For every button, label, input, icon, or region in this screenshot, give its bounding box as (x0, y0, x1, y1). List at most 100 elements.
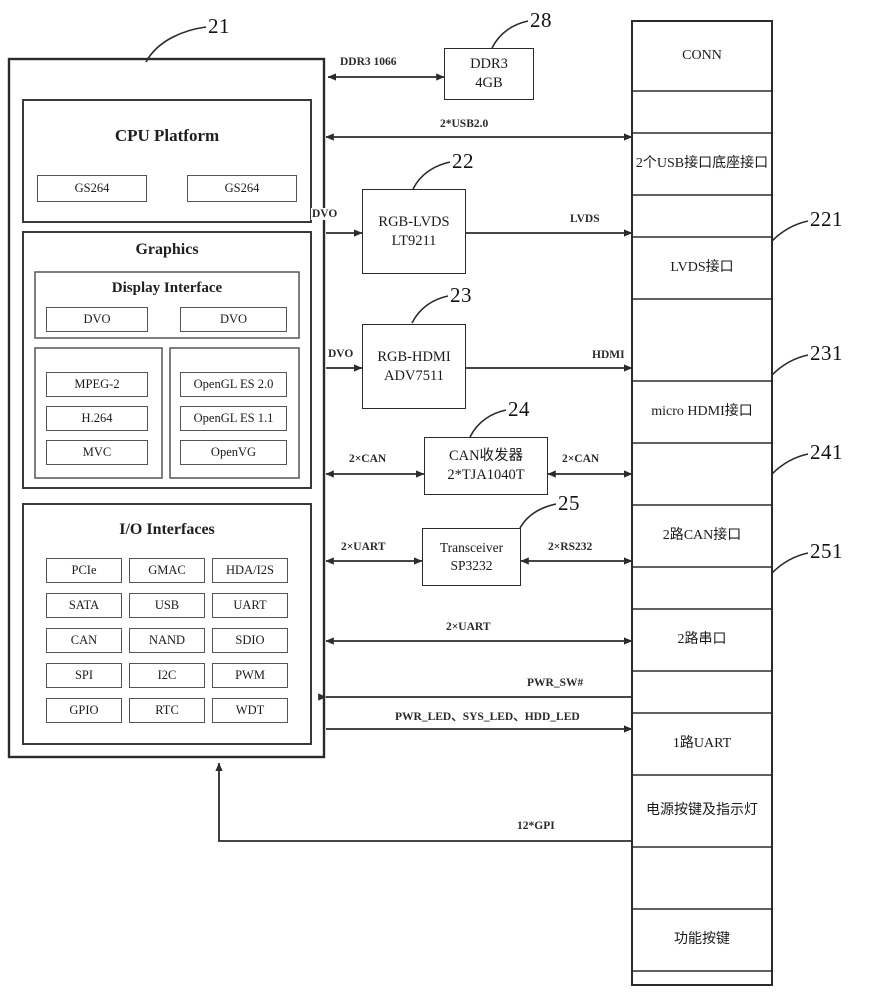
conn-row-spacer-8 (632, 567, 772, 609)
ref-number-can-port: 241 (810, 440, 843, 464)
io-item-sdio: SDIO (212, 628, 288, 653)
ref-number-can-chip: 24 (508, 397, 530, 421)
conn-row-1-line-1: 底座接口 (712, 156, 769, 172)
conn-row-1[interactable]: 2个USB接口 底座接口 (632, 133, 772, 195)
io-item-nand: NAND (129, 628, 205, 653)
io-item-hda-i2s-label: HDA/I2S (226, 563, 274, 577)
conn-row-spacer-4 (632, 299, 772, 381)
io-item-rtc: RTC (129, 698, 205, 723)
io-item-spi-label: SPI (74, 668, 94, 682)
io-item-spi: SPI (46, 663, 122, 688)
cpu-platform-title: CPU Platform (114, 126, 220, 145)
io-item-i2c: I2C (129, 663, 205, 688)
conn-row-5[interactable]: micro HDMI接口 (632, 381, 772, 443)
chip-can-transceiver-line1: CAN收发器 (448, 448, 524, 465)
conn-row-9-line-0: 2路串口 (677, 632, 727, 648)
conn-row-3[interactable]: LVDS接口 (632, 237, 772, 299)
chip-ddr3-line1: DDR3 (470, 56, 508, 73)
signal-pwr-sw: PWR_SW# (527, 677, 584, 689)
signal-dvo-lvds: DVO (311, 208, 339, 220)
io-item-sdio-label: SDIO (235, 633, 265, 647)
io-item-usb-label: USB (154, 598, 180, 612)
api-2-label: OpenVG (210, 445, 257, 459)
ref-number-soc: 21 (208, 14, 230, 38)
signal-can-in: 2×CAN (349, 453, 387, 465)
conn-row-7-line-0: 2路CAN接口 (662, 528, 742, 544)
io-item-usb: USB (129, 593, 205, 618)
display-port-1-label: DVO (219, 312, 248, 326)
cpu-core-0-label: GS264 (74, 181, 110, 195)
conn-header: CONN (632, 21, 772, 91)
api-0: OpenGL ES 2.0 (180, 372, 287, 397)
signal-uart-in: 2×UART (341, 541, 386, 553)
signal-can-out: 2×CAN (562, 453, 600, 465)
io-item-pwm: PWM (212, 663, 288, 688)
conn-row-spacer-15 (632, 971, 772, 1000)
codec-1-label: H.264 (81, 411, 113, 425)
display-interface-title: Display Interface (111, 280, 223, 296)
conn-row-11[interactable]: 1路UART (632, 713, 772, 775)
conn-row-spacer-0 (632, 91, 772, 133)
conn-row-9[interactable]: 2路串口 (632, 609, 772, 671)
signal-ddr3: DDR3 1066 (340, 56, 397, 68)
signal-gpi: 12*GPI (517, 820, 555, 832)
io-item-uart-label: UART (233, 598, 267, 612)
conn-row-3-line-0: LVDS接口 (670, 260, 734, 276)
conn-row-1-line-0: 2个USB接口 (635, 156, 713, 172)
codec-2-label: MVC (82, 445, 112, 459)
conn-row-12[interactable]: 电源按键 及指示灯 (632, 775, 772, 847)
ref-number-hdmi-port: 231 (810, 341, 843, 365)
codec-1: H.264 (46, 406, 148, 431)
io-item-nand-label: NAND (148, 633, 186, 647)
chip-can-transceiver-line2: 2*TJA1040T (447, 467, 525, 483)
io-item-sata: SATA (46, 593, 122, 618)
chip-rgb-hdmi-line2: ADV7511 (384, 367, 444, 384)
display-port-0: DVO (46, 307, 148, 332)
conn-row-spacer-10 (632, 671, 772, 713)
diagram-canvas: 21 28 22 23 24 25 221 231 241 251 CPU Pl… (0, 0, 871, 1000)
conn-row-7[interactable]: 2路CAN接口 (632, 505, 772, 567)
conn-row-spacer-13 (632, 847, 772, 909)
io-item-can-label: CAN (70, 633, 98, 647)
chip-ddr3-line2: 4GB (475, 75, 503, 91)
codec-0-label: MPEG-2 (74, 377, 120, 391)
signal-dvo-hdmi: DVO (327, 348, 355, 360)
signal-leds: PWR_LED、SYS_LED、HDD_LED (395, 711, 580, 723)
cpu-core-1: GS264 (187, 175, 297, 202)
ref-number-hdmi-chip: 23 (450, 283, 472, 307)
conn-row-14-line-0: 功能按键 (674, 932, 730, 948)
display-port-0-label: DVO (83, 312, 111, 326)
chip-ddr3: DDR3 4GB (444, 48, 534, 100)
chip-sp3232-line1: Transceiver (439, 540, 504, 556)
io-item-uart: UART (212, 593, 288, 618)
signal-usb: 2*USB2.0 (440, 118, 489, 130)
io-item-pcie: PCIe (46, 558, 122, 583)
io-item-gmac-label: GMAC (148, 563, 186, 577)
display-port-1: DVO (180, 307, 287, 332)
chip-can-transceiver: CAN收发器 2*TJA1040T (424, 437, 548, 495)
chip-rgb-lvds-line1: RGB-LVDS (378, 213, 450, 230)
codec-2: MVC (46, 440, 148, 465)
api-1-label: OpenGL ES 1.1 (193, 411, 274, 425)
graphics-title: Graphics (135, 241, 199, 258)
signal-uart-direct: 2×UART (446, 621, 491, 633)
chip-sp3232-line2: SP3232 (450, 558, 493, 573)
io-item-pcie-label: PCIe (71, 563, 97, 577)
conn-header-label: CONN (682, 48, 722, 64)
codec-0: MPEG-2 (46, 372, 148, 397)
conn-row-12-line-1: 及指示灯 (702, 803, 758, 819)
io-item-gmac: GMAC (129, 558, 205, 583)
io-item-gpio-label: GPIO (69, 703, 99, 717)
io-item-gpio: GPIO (46, 698, 122, 723)
conn-row-14[interactable]: 功能按键 (632, 909, 772, 971)
ref-number-lvds-port: 221 (810, 207, 843, 231)
conn-row-12-line-0: 电源按键 (646, 803, 702, 819)
io-interfaces-title: I/O Interfaces (119, 521, 215, 538)
cpu-core-1-label: GS264 (224, 181, 260, 195)
chip-rgb-lvds-line2: LT9211 (391, 232, 437, 249)
chip-rgb-hdmi: RGB-HDMI ADV7511 (362, 324, 466, 409)
chip-rgb-lvds: RGB-LVDS LT9211 (362, 189, 466, 274)
api-2: OpenVG (180, 440, 287, 465)
io-item-sata-label: SATA (68, 598, 100, 612)
signal-rs232-out: 2×RS232 (548, 541, 593, 553)
